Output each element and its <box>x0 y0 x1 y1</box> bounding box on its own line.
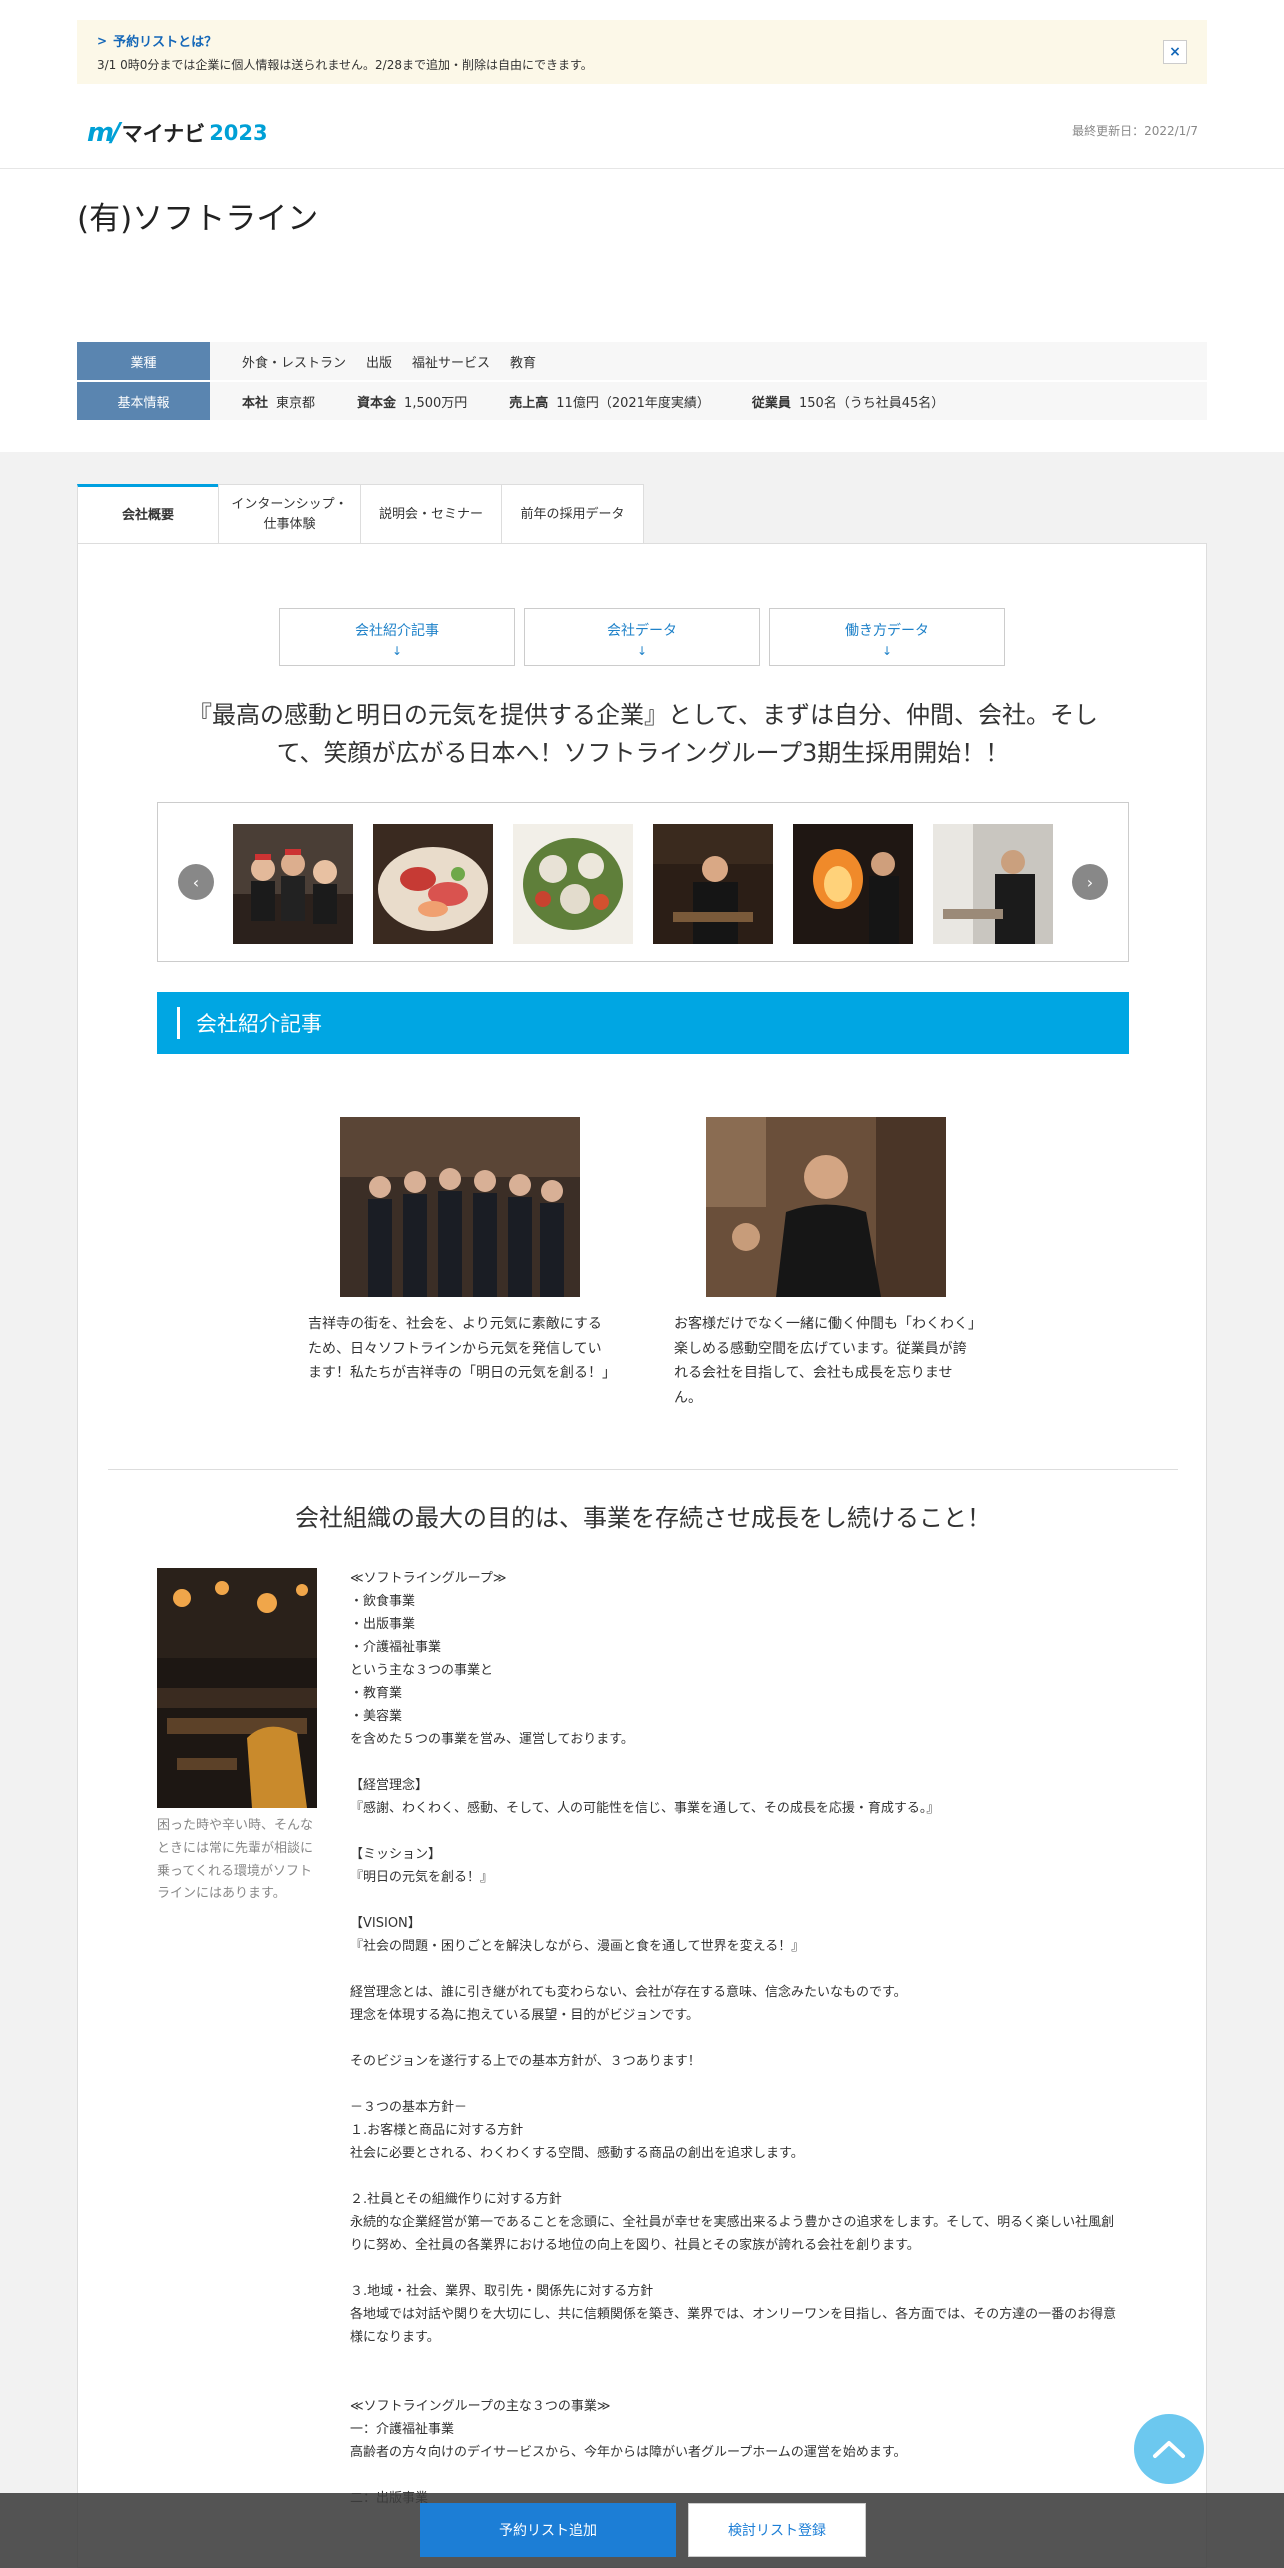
carousel-photo[interactable] <box>373 824 493 944</box>
jump-company-data-label: 会社データ <box>607 623 677 639</box>
logo-text: マイナビ <box>121 122 206 146</box>
industry-label: 業種 <box>77 342 210 380</box>
chevron-up-icon <box>1153 2441 1185 2458</box>
jump-company-data-button[interactable]: 会社データ ↓ <box>524 608 760 666</box>
logo-mark: m/ <box>87 118 121 148</box>
jump-workstyle-label: 働き方データ <box>845 623 929 639</box>
close-icon[interactable]: × <box>1163 40 1187 64</box>
notice-title-link[interactable]: > 予約リストとは？ <box>97 31 1187 51</box>
hq-info: 本社 東京都 <box>242 392 315 411</box>
scroll-to-top-button[interactable] <box>1134 2414 1204 2484</box>
restaurant-interior-photo[interactable] <box>157 1568 317 1808</box>
basic-info-row: 基本情報 本社 東京都 資本金 1,500万円 売上高 11億円（2021年度実績） … <box>77 382 1207 420</box>
chevron-right-icon: > <box>97 33 108 48</box>
jump-article-label: 会社紹介記事 <box>355 623 439 639</box>
carousel-photo[interactable] <box>933 824 1053 944</box>
arrow-down-icon: ↓ <box>391 644 403 658</box>
industry-item: 教育 <box>510 355 537 371</box>
catchphrase-headline: 『最高の感動と明日の元気を提供する企業』として、まずは自分、仲間、会社。そして、… <box>187 701 1099 768</box>
employees-value: 150名（うち社員45名） <box>798 395 945 411</box>
header-divider <box>0 168 1284 169</box>
employees-info: 従業員 150名（うち社員45名） <box>752 392 944 411</box>
tab-internship[interactable]: インターンシップ・ 仕事体験 <box>218 484 361 544</box>
industry-values: 外食・レストラン 出版 福祉サービス 教育 <box>210 342 556 380</box>
last-updated: 最終更新日：2022/1/7 <box>1072 124 1198 138</box>
industry-item: 外食・レストラン <box>242 355 347 371</box>
photo-caption: 困った時や辛い時、そんなときには常に先輩が相談に乗ってくれる環境がソフトラインに… <box>157 1818 314 1902</box>
sales-info: 売上高 11億円（2021年度実績） <box>509 392 710 411</box>
industry-row: 業種 外食・レストラン 出版 福祉サービス 教育 <box>77 342 1207 380</box>
capital-key: 資本金 <box>357 395 397 411</box>
company-name: (有)ソフトライン <box>77 201 319 237</box>
capital-value: 1,500万円 <box>404 395 468 411</box>
mynavi-logo[interactable]: m/ マイナビ 2023 <box>87 118 268 148</box>
carousel-photo[interactable] <box>513 824 633 944</box>
industry-item: 福祉サービス <box>412 355 491 371</box>
sales-value: 11億円（2021年度実績） <box>556 395 710 411</box>
industry-item: 出版 <box>366 355 393 371</box>
add-reservation-list-button[interactable]: 予約リスト追加 <box>420 2503 676 2557</box>
hq-key: 本社 <box>242 395 269 411</box>
hq-value: 東京都 <box>276 395 316 411</box>
sales-key: 売上高 <box>509 395 549 411</box>
carousel-next-button[interactable]: › <box>1072 864 1108 900</box>
logo-year: 2023 <box>209 121 268 145</box>
company-overview-card: 会社紹介記事 ↓ 会社データ ↓ 働き方データ ↓ 『最高の感動と明日の元気を提… <box>77 543 1207 2568</box>
capital-info: 資本金 1,500万円 <box>357 392 467 411</box>
basic-info-label: 基本情報 <box>77 382 210 420</box>
carousel-photo[interactable] <box>653 824 773 944</box>
notice-title[interactable]: 予約リストとは？ <box>113 31 217 50</box>
arrow-down-icon: ↓ <box>881 644 893 658</box>
section-header-article: 会社紹介記事 <box>157 992 1129 1054</box>
article-text: 吉祥寺の街を、社会を、より元気に素敵にするため、日々ソフトラインから元気を発信し… <box>308 1316 616 1381</box>
carousel-prev-button[interactable]: ‹ <box>178 864 214 900</box>
carousel-photo[interactable] <box>233 824 353 944</box>
carousel-photo[interactable] <box>793 824 913 944</box>
company-tabs: 会社概要 インターンシップ・ 仕事体験 説明会・セミナー 前年の採用データ <box>77 484 644 544</box>
jump-workstyle-button[interactable]: 働き方データ ↓ <box>769 608 1005 666</box>
notice-body: 3/1 0時0分までは企業に個人情報は送られません。2/28まで追加・削除は自由… <box>97 58 593 72</box>
article-text: お客様だけでなく一緒に働く仲間も「わくわく」楽しめる感動空間を広げています。従業… <box>674 1316 975 1406</box>
section-accent-line <box>177 1007 180 1039</box>
section-title: 会社紹介記事 <box>196 1012 322 1036</box>
tab-recruit-data[interactable]: 前年の採用データ <box>501 484 644 544</box>
bottom-action-bar: 予約リスト追加 検討リスト登録 <box>0 2493 1284 2568</box>
company-description: ≪ソフトライングループ≫ ・飲食事業 ・出版事業 ・介護福祉事業 という主な３つ… <box>350 1571 1117 2506</box>
add-consideration-list-button[interactable]: 検討リスト登録 <box>688 2503 866 2557</box>
jump-article-button[interactable]: 会社紹介記事 ↓ <box>279 608 515 666</box>
company-info-table: 業種 外食・レストラン 出版 福祉サービス 教育 基本情報 本社 東京都 資本金 1… <box>77 342 1207 422</box>
subsection-headline: 会社組織の最大の目的は、事業を存続させ成長をし続けること！ <box>295 1504 991 1532</box>
tab-company-overview[interactable]: 会社概要 <box>77 484 219 544</box>
arrow-down-icon: ↓ <box>636 644 648 658</box>
employees-key: 従業員 <box>751 395 791 411</box>
section-divider <box>108 1469 1178 1470</box>
basic-info-values: 本社 東京都 資本金 1,500万円 売上高 11億円（2021年度実績） 従業員 15… <box>210 382 986 420</box>
reservation-notice: > 予約リストとは？ 3/1 0時0分までは企業に個人情報は送られません。2/2… <box>77 20 1207 84</box>
photo-carousel: ‹ › <box>157 802 1129 962</box>
article-photo[interactable] <box>340 1117 580 1297</box>
article-photo[interactable] <box>706 1117 946 1297</box>
tab-seminar[interactable]: 説明会・セミナー <box>360 484 502 544</box>
